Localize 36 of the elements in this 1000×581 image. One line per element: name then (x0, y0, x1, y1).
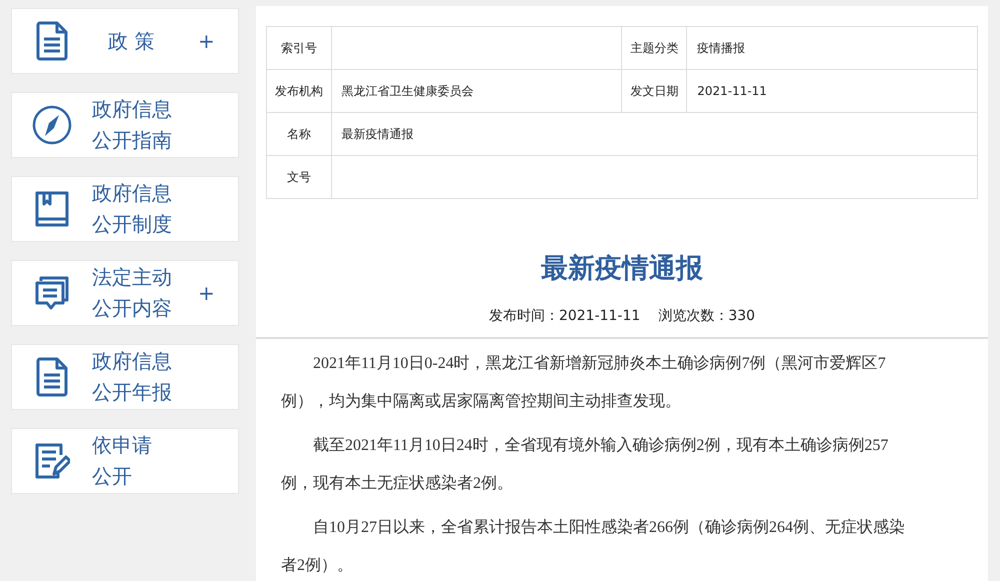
field-value: 黑龙江省卫生健康委员会 (342, 84, 474, 98)
compass-icon (32, 105, 72, 145)
field-label: 名称 (266, 112, 332, 156)
menu-item[interactable]: 政府信息 公开指南 (11, 92, 239, 158)
chat-icon (33, 275, 71, 311)
field-value: 疫情播报 (697, 40, 746, 54)
menu-item[interactable]: 政府信息 公开年报 (11, 344, 239, 410)
menu-item-label: 法定主动 公开内容 (92, 264, 173, 322)
menu-item[interactable]: 依申请 公开 (11, 428, 239, 494)
document-icon (36, 21, 68, 61)
paragraph: 2021年11月10日0-24时，黑龙江省新增新冠肺炎本土确诊病例7例（黑河市爱辉区7例），均为集中隔离或居家隔离管控期间主动排查发现。 (281, 354, 887, 412)
field-value: 2021-11-11 (697, 84, 767, 98)
paragraph: 截至2021年11月10日24时，全省现有境外输入确诊病例2例，现有本土确诊病例257例，现有本土无症状感染者2例。 (281, 436, 890, 494)
expand-mark[interactable]: + (198, 281, 238, 305)
field-label: 发文日期 (622, 70, 687, 112)
field-label: 文号 (266, 156, 332, 198)
article-title: 最新疫情通报 (540, 252, 704, 286)
menu-item-label: 政府信息 公开年报 (92, 348, 173, 406)
field-label: 发布机构 (266, 70, 332, 112)
menu-item[interactable]: 政 策 + (11, 8, 239, 74)
menu-item-label: 政府信息 公开指南 (92, 96, 173, 154)
view-count: 浏览次数：330 (658, 307, 756, 325)
document-icon (36, 357, 68, 397)
menu-item[interactable]: 法定主动 公开内容 + (11, 260, 239, 326)
menu-item[interactable]: 政府信息 公开制度 (11, 176, 239, 242)
field-label: 索引号 (266, 26, 332, 70)
menu-item-label: 政府信息 公开制度 (92, 180, 173, 238)
field-label: 主题分类 (622, 26, 687, 70)
publish-time: 发布时间：2021-11-11 (488, 307, 640, 325)
book-icon (34, 190, 70, 228)
expand-mark[interactable]: + (198, 29, 238, 53)
menu-item-label: 依申请 公开 (92, 432, 153, 490)
menu-item-label: 政 策 (107, 28, 156, 54)
edit-icon (34, 442, 70, 480)
paragraph: 自10月27日以来，全省累计报告本土阳性感染者266例（确诊病例264例、无症状感染者2例）。 (281, 518, 906, 576)
field-value: 最新疫情通报 (342, 126, 414, 140)
